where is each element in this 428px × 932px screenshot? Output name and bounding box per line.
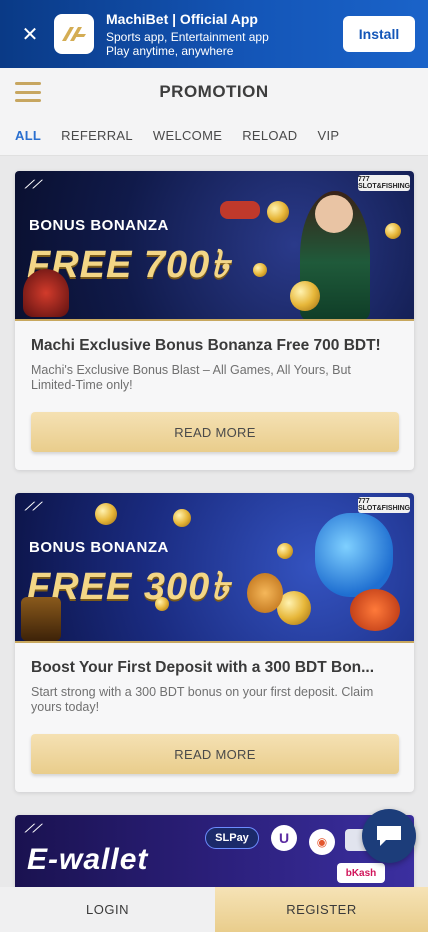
slot-fishing-badge: 777 SLOT&FISHING	[357, 497, 411, 513]
coin-icon	[267, 201, 289, 223]
tab-referral[interactable]: REFERRAL	[61, 128, 133, 143]
game-character-icon	[23, 269, 69, 317]
coin-icon	[277, 543, 293, 559]
coin-icon	[290, 281, 320, 311]
install-button[interactable]: Install	[343, 16, 415, 52]
app-install-banner: ✕ MachiBet | Official App Sports app, En…	[0, 0, 428, 68]
promotion-tabs: ALL REFERRAL WELCOME RELOAD VIP	[0, 116, 428, 156]
slpay-logo: SLPay	[205, 827, 259, 849]
promotion-banner-image[interactable]: ⟋⟋ 777 SLOT&FISHING BONUS BONANZA FREE 7…	[15, 171, 414, 321]
upay-logo-icon: U	[271, 825, 297, 851]
slot-fishing-badge: 777 SLOT&FISHING	[357, 175, 411, 191]
register-button[interactable]: REGISTER	[215, 887, 428, 932]
banner-subtitle: BONUS BONANZA	[29, 539, 169, 556]
coin-icon	[385, 223, 401, 239]
app-logo	[54, 14, 94, 54]
promotion-banner-image[interactable]: ⟋⟋ 777 SLOT&FISHING BONUS BONANZA FREE 3…	[15, 493, 414, 643]
close-icon[interactable]: ✕	[12, 22, 48, 47]
promotion-title: Boost Your First Deposit with a 300 BDT …	[31, 659, 375, 676]
coin-icon	[173, 509, 191, 527]
promotion-card: ⟋⟋ 777 SLOT&FISHING BONUS BONANZA FREE 3…	[15, 493, 414, 792]
app-subtitle-1: Sports app, Entertainment app	[106, 29, 269, 44]
slot-machine-icon	[21, 597, 61, 641]
live-chat-button[interactable]	[362, 809, 416, 863]
promotion-list: ⟋⟋ 777 SLOT&FISHING BONUS BONANZA FREE 7…	[0, 157, 428, 887]
brand-mark-icon: ⟋⟋	[25, 501, 41, 513]
promotion-card: ⟋⟋ E-wallet SLPay U ◉ নগদ bKash	[15, 815, 414, 887]
promotion-card: ⟋⟋ 777 SLOT&FISHING BONUS BONANZA FREE 7…	[15, 171, 414, 470]
banner-headline: E-wallet	[27, 843, 149, 876]
brand-mark-icon: ⟋⟋	[25, 823, 41, 835]
app-subtitle-2: Play anytime, anywhere	[106, 43, 234, 58]
coin-icon	[95, 503, 117, 525]
bottom-action-bar: LOGIN REGISTER	[0, 887, 428, 932]
promotion-description: Start strong with a 300 BDT bonus on you…	[31, 685, 374, 714]
promotion-banner-image[interactable]: ⟋⟋ E-wallet SLPay U ◉ নগদ bKash	[15, 815, 414, 887]
airplane-icon	[220, 201, 260, 219]
brand-mark-icon: ⟋⟋	[25, 179, 41, 191]
app-title: MachiBet | Official App	[106, 10, 258, 27]
login-button[interactable]: LOGIN	[0, 887, 215, 932]
page-title: PROMOTION	[159, 82, 269, 101]
coin-icon	[155, 597, 169, 611]
bkash-logo: bKash	[337, 863, 385, 883]
clownfish-icon	[350, 589, 400, 631]
tab-all[interactable]: ALL	[15, 128, 41, 143]
shark-character-icon	[315, 513, 393, 597]
hamburger-menu-icon[interactable]	[15, 82, 41, 102]
fish-character-icon	[247, 573, 283, 613]
app-banner-text: MachiBet | Official App Sports app, Ente…	[106, 11, 343, 58]
promotion-description: Machi's Exclusive Bonus Blast – All Game…	[31, 363, 351, 392]
read-more-button[interactable]: READ MORE	[31, 734, 399, 774]
hostess-face	[315, 195, 353, 233]
read-more-button[interactable]: READ MORE	[31, 412, 399, 452]
tab-reload[interactable]: RELOAD	[242, 128, 297, 143]
machibet-logo-icon	[62, 27, 86, 41]
tab-vip[interactable]: VIP	[317, 128, 339, 143]
promotion-title: Machi Exclusive Bonus Bonanza Free 700 B…	[31, 337, 381, 354]
page-header: PROMOTION	[0, 68, 428, 116]
banner-subtitle: BONUS BONANZA	[29, 217, 169, 234]
tab-welcome[interactable]: WELCOME	[153, 128, 222, 143]
chat-icon	[377, 826, 401, 846]
coin-icon	[253, 263, 267, 277]
nagad-logo-icon: ◉	[309, 829, 335, 855]
